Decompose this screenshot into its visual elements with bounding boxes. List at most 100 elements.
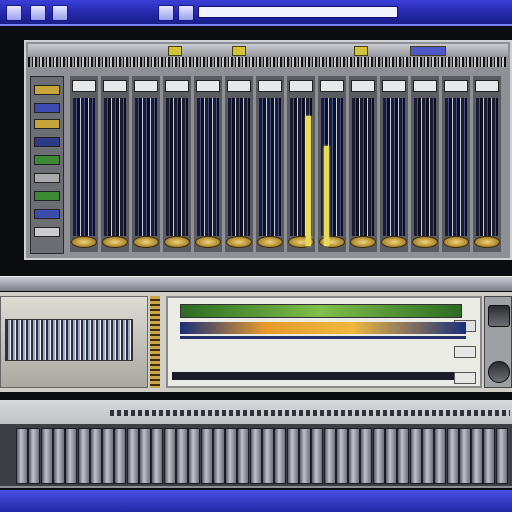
channel-fader[interactable] — [166, 98, 188, 236]
side-slot[interactable] — [34, 103, 60, 113]
pan-knob[interactable] — [350, 236, 376, 248]
side-slot[interactable] — [34, 137, 60, 147]
rack-key[interactable] — [114, 428, 127, 484]
channel-fader[interactable] — [73, 98, 95, 236]
rack-key[interactable] — [16, 428, 28, 484]
toolbar-tab[interactable] — [232, 46, 246, 56]
rack-key[interactable] — [77, 428, 90, 484]
side-slot[interactable] — [34, 173, 60, 183]
rack-key[interactable] — [348, 428, 361, 484]
timeline-ruler[interactable] — [28, 57, 508, 67]
toolbar-tab[interactable] — [168, 46, 182, 56]
pan-knob[interactable] — [102, 236, 128, 248]
home-icon[interactable] — [158, 5, 174, 21]
channel-fader[interactable] — [476, 98, 498, 236]
rack-key[interactable] — [40, 428, 53, 484]
pan-knob[interactable] — [381, 236, 407, 248]
rack-key[interactable] — [360, 428, 373, 484]
channel-label[interactable] — [196, 80, 220, 92]
rack-key[interactable] — [409, 428, 422, 484]
rack-key[interactable] — [286, 428, 299, 484]
rack-key[interactable] — [446, 428, 459, 484]
channel-label[interactable] — [227, 80, 251, 92]
address-field[interactable] — [198, 6, 398, 18]
channel-fader[interactable] — [135, 98, 157, 236]
pan-knob[interactable] — [443, 236, 469, 248]
pan-knob[interactable] — [164, 236, 190, 248]
rack-key[interactable] — [311, 428, 324, 484]
side-slot[interactable] — [34, 119, 60, 129]
rack-key[interactable] — [139, 428, 151, 484]
rack-key[interactable] — [471, 428, 484, 484]
channel-label[interactable] — [289, 80, 313, 92]
channel-fader[interactable] — [228, 98, 250, 236]
rack-key[interactable] — [274, 428, 287, 484]
channel-fader[interactable] — [383, 98, 405, 236]
channel-fader[interactable] — [414, 98, 436, 236]
green-track[interactable] — [180, 304, 462, 318]
pan-knob[interactable] — [195, 236, 221, 248]
channel-label[interactable] — [382, 80, 406, 92]
channel-label[interactable] — [351, 80, 375, 92]
channel-fader[interactable] — [352, 98, 374, 236]
menu-icon[interactable] — [30, 5, 46, 21]
rack-key[interactable] — [495, 428, 508, 484]
pan-knob[interactable] — [319, 236, 345, 248]
rack-key[interactable] — [335, 428, 348, 484]
rack-key[interactable] — [323, 428, 336, 484]
channel-label[interactable] — [103, 80, 127, 92]
pan-knob[interactable] — [412, 236, 438, 248]
channel-label[interactable] — [258, 80, 282, 92]
rack-key[interactable] — [237, 428, 250, 484]
rack-key[interactable] — [151, 428, 164, 484]
menu-icon[interactable] — [52, 5, 68, 21]
rack-key[interactable] — [249, 428, 262, 484]
side-slot[interactable] — [34, 227, 60, 237]
pan-knob[interactable] — [133, 236, 159, 248]
rack-key[interactable] — [212, 428, 225, 484]
rack-key[interactable] — [458, 428, 471, 484]
rack-key[interactable] — [372, 428, 385, 484]
side-slot[interactable] — [34, 191, 60, 201]
rack-key[interactable] — [188, 428, 201, 484]
pan-knob[interactable] — [71, 236, 97, 248]
side-slot[interactable] — [34, 155, 60, 165]
rack-key[interactable] — [28, 428, 41, 484]
rack-key[interactable] — [262, 428, 274, 484]
rack-key[interactable] — [434, 428, 447, 484]
side-slot[interactable] — [34, 209, 60, 219]
rack-key[interactable] — [175, 428, 188, 484]
channel-label[interactable] — [475, 80, 499, 92]
rack-key[interactable] — [225, 428, 238, 484]
rack-key[interactable] — [483, 428, 496, 484]
channel-label[interactable] — [165, 80, 189, 92]
waveform-track[interactable] — [180, 322, 466, 334]
toolbar-tab[interactable] — [354, 46, 368, 56]
rack-key[interactable] — [102, 428, 115, 484]
side-slot[interactable] — [34, 85, 60, 95]
channel-fader[interactable] — [445, 98, 467, 236]
dial-icon[interactable] — [488, 361, 510, 383]
channel-fader[interactable] — [197, 98, 219, 236]
refresh-icon[interactable] — [178, 5, 194, 21]
position-bar[interactable] — [172, 372, 460, 380]
channel-label[interactable] — [134, 80, 158, 92]
toolbar-tab[interactable] — [410, 46, 446, 56]
app-icon[interactable] — [6, 5, 22, 21]
channel-label[interactable] — [72, 80, 96, 92]
rack-key[interactable] — [163, 428, 176, 484]
power-icon[interactable] — [488, 305, 510, 327]
rack-key[interactable] — [421, 428, 434, 484]
waveform-display[interactable] — [166, 296, 482, 388]
channel-label[interactable] — [444, 80, 468, 92]
track-button[interactable] — [454, 372, 476, 384]
channel-fader[interactable] — [104, 98, 126, 236]
rack-key[interactable] — [126, 428, 139, 484]
pan-knob[interactable] — [257, 236, 283, 248]
rack-key[interactable] — [65, 428, 78, 484]
rack-key[interactable] — [200, 428, 213, 484]
track-button[interactable] — [454, 346, 476, 358]
channel-label[interactable] — [320, 80, 344, 92]
channel-label[interactable] — [413, 80, 437, 92]
rack-key[interactable] — [397, 428, 410, 484]
